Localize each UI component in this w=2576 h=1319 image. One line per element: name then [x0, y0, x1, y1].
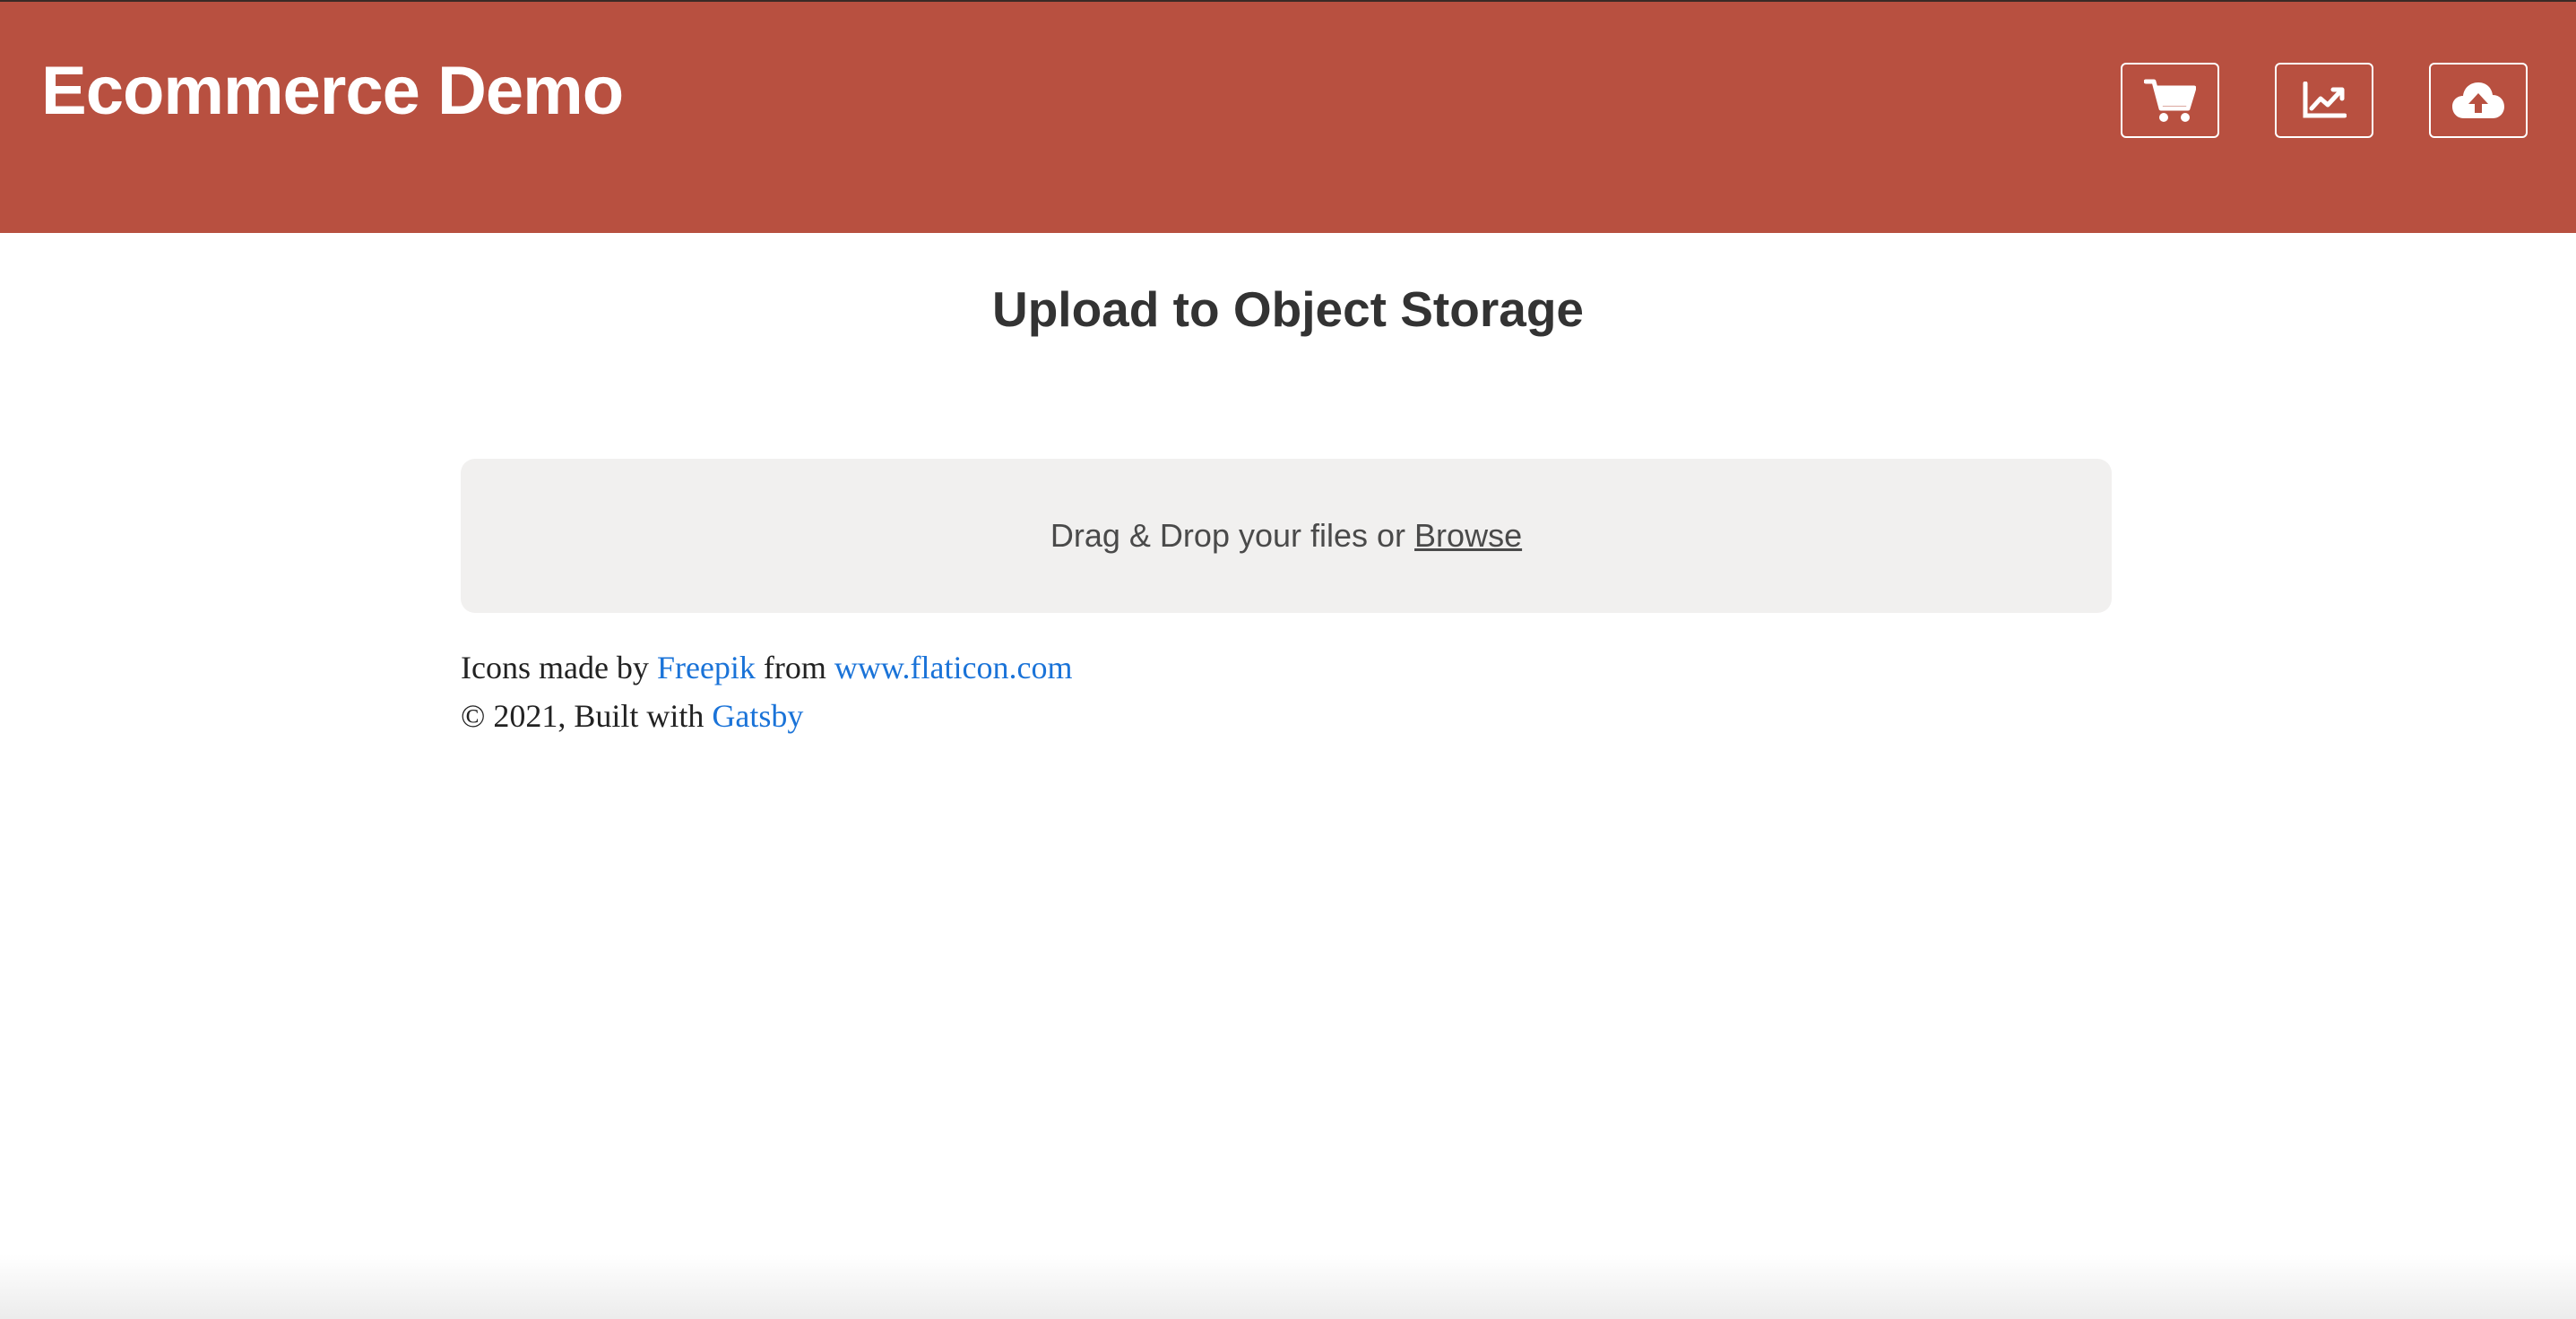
flaticon-link[interactable]: www.flaticon.com	[834, 650, 1073, 685]
copyright-prefix: © 2021, Built with	[461, 698, 705, 734]
site-footer: Icons made by Freepik from www.flaticon.…	[461, 643, 1072, 740]
site-header: Ecommerce Demo	[0, 2, 2576, 233]
site-title[interactable]: Ecommerce Demo	[41, 47, 624, 136]
dropzone-text: Drag & Drop your files or	[1050, 517, 1406, 554]
gatsby-link[interactable]: Gatsby	[712, 698, 803, 734]
credit-middle: from	[763, 650, 826, 685]
file-dropzone[interactable]: Drag & Drop your files or Browse	[461, 459, 2112, 613]
analytics-button[interactable]	[2275, 63, 2373, 138]
copyright-line: © 2021, Built with Gatsby	[461, 692, 1072, 740]
line-chart-icon	[2302, 82, 2347, 119]
shopping-cart-icon	[2144, 78, 2196, 123]
freepik-link[interactable]: Freepik	[657, 650, 756, 685]
credit-prefix: Icons made by	[461, 650, 649, 685]
page-title: Upload to Object Storage	[991, 281, 1585, 337]
browse-link[interactable]: Browse	[1414, 517, 1522, 555]
icon-credit-line: Icons made by Freepik from www.flaticon.…	[461, 643, 1072, 692]
upload-button[interactable]	[2429, 63, 2528, 138]
bottom-shadow	[0, 1254, 2576, 1319]
cloud-upload-icon	[2451, 81, 2506, 120]
cart-button[interactable]	[2121, 63, 2219, 138]
